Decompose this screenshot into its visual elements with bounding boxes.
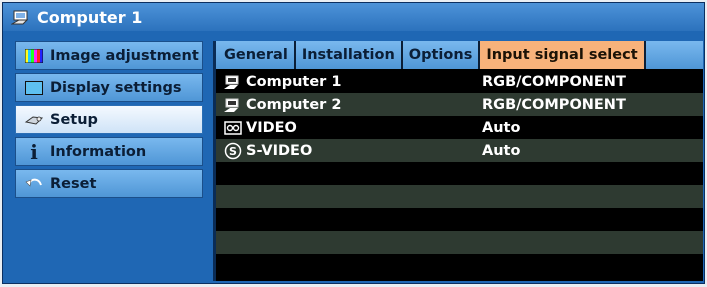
tab-installation[interactable]: Installation [296,41,403,69]
title-bar: Computer 1 [3,3,704,31]
video-icon [222,119,244,137]
sidebar-item-label: Display settings [50,79,182,96]
sidebar-item-label: Setup [50,111,98,128]
empty-row [216,231,703,254]
sidebar-item-information[interactable]: i Information [15,137,203,166]
color-bars-icon [24,48,44,64]
input-signal-value: Auto [482,119,521,136]
sidebar-item-image-adjustment[interactable]: Image adjustment [15,41,203,70]
display-icon [24,80,44,96]
sidebar-menu: Image adjustment Display settings Setup … [15,41,203,201]
input-name: Computer 2 [246,96,342,113]
input-signal-value: RGB/COMPONENT [482,96,626,113]
input-row-computer-1[interactable]: Computer 1 RGB/COMPONENT [216,70,703,93]
input-name: S-VIDEO [246,142,313,159]
content-panel: General Installation Options Input signa… [213,41,703,281]
empty-row [216,185,703,208]
reset-arrow-icon [24,176,44,192]
svg-text:S: S [229,145,237,158]
sidebar-item-reset[interactable]: Reset [15,169,203,198]
computer-2-icon [222,96,244,114]
info-icon: i [30,139,38,164]
sidebar-item-label: Reset [50,175,97,192]
input-row-s-video[interactable]: S S-VIDEO Auto [216,139,703,162]
tab-input-signal-select[interactable]: Input signal select [480,41,646,69]
sidebar-item-label: Image adjustment [50,47,199,64]
tab-options[interactable]: Options [403,41,481,69]
input-row-computer-2[interactable]: Computer 2 RGB/COMPONENT [216,93,703,116]
input-signal-value: Auto [482,142,521,159]
empty-row [216,208,703,231]
sidebar-item-setup[interactable]: Setup [15,105,203,134]
sidebar-item-label: Information [50,143,147,160]
input-name: VIDEO [246,119,297,136]
computer-icon [10,8,33,26]
setup-icon [24,112,44,128]
window-title: Computer 1 [37,7,143,27]
input-signal-value: RGB/COMPONENT [482,73,626,90]
sidebar-item-display-settings[interactable]: Display settings [15,73,203,102]
input-row-video[interactable]: VIDEO Auto [216,116,703,139]
setup-menu-window: Computer 1 Image adjustment Display sett… [2,2,705,284]
empty-row [216,254,703,279]
tab-bar: General Installation Options Input signa… [216,41,703,69]
computer-1-icon [222,73,244,91]
input-name: Computer 1 [246,73,342,90]
s-video-icon: S [222,142,244,160]
empty-row [216,162,703,185]
tab-general[interactable]: General [218,41,296,69]
